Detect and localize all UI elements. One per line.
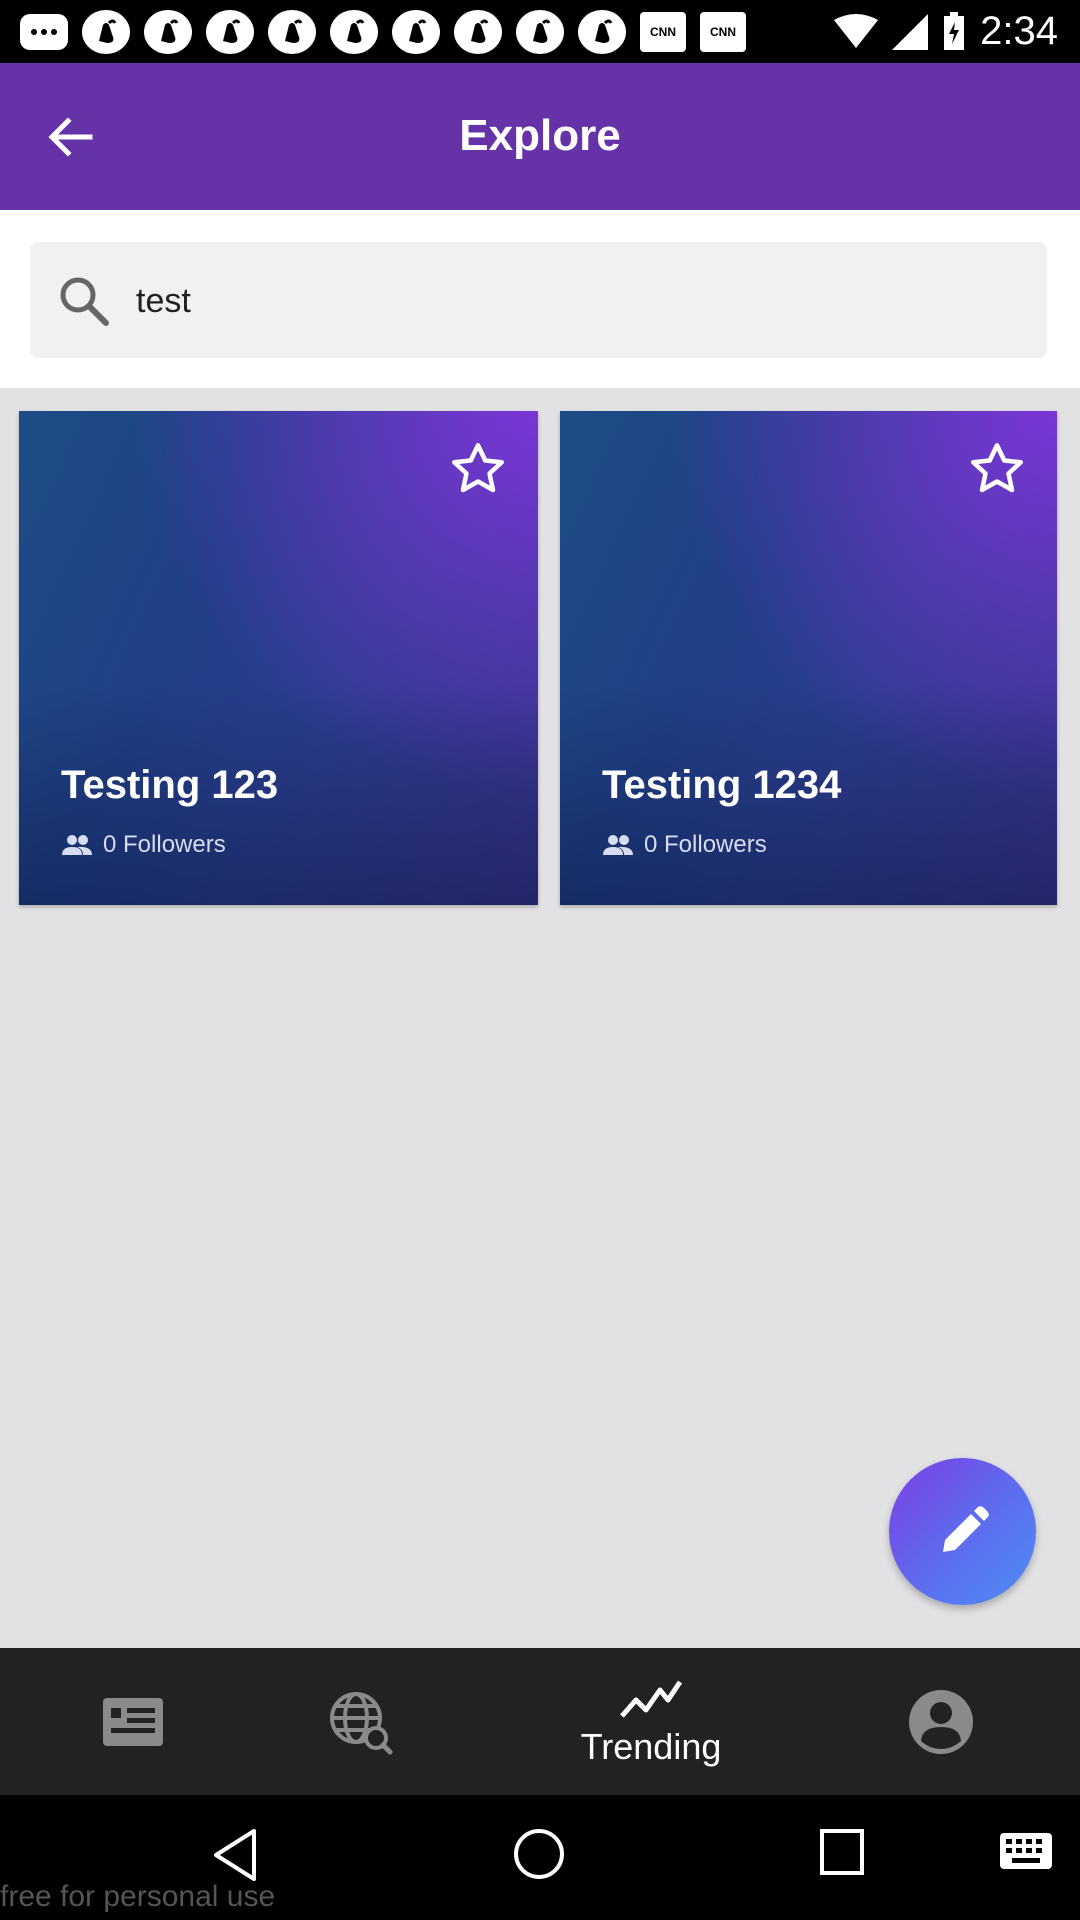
notification-icons: CNN CNN (20, 10, 746, 54)
compose-button[interactable] (889, 1458, 1036, 1605)
back-triangle-icon[interactable] (210, 1827, 260, 1883)
card-title: Testing 123 (61, 763, 279, 807)
nav-explore[interactable] (322, 1648, 398, 1795)
followers-label: 0 Followers (103, 831, 226, 858)
status-indicators: 2:34 (834, 0, 1058, 63)
followers-count: 0 Followers (61, 831, 226, 859)
search-icon (60, 277, 109, 326)
hand-icon (82, 10, 130, 54)
hand-icon (330, 10, 378, 54)
cnn-logo-text: CNN (710, 25, 736, 39)
search-input[interactable] (134, 272, 1018, 330)
people-icon (62, 835, 92, 855)
search-bar[interactable] (30, 242, 1047, 358)
cnn-icon: CNN (700, 12, 746, 52)
card-title: Testing 1234 (602, 763, 842, 807)
nav-trending[interactable]: Trending (566, 1648, 736, 1795)
hand-icon (578, 10, 626, 54)
home-circle-icon[interactable] (512, 1827, 566, 1881)
hand-icon (144, 10, 192, 54)
status-bar: CNN CNN 2:34 (0, 0, 1080, 63)
hand-icon (206, 10, 254, 54)
star-icon[interactable] (967, 439, 1027, 499)
globe-search-icon (330, 1691, 393, 1754)
system-navigation-bar: free for personal use (0, 1795, 1080, 1920)
pencil-icon (942, 1505, 989, 1552)
clock: 2:34 (980, 9, 1058, 53)
hand-icon (392, 10, 440, 54)
watermark-text: free for personal use (0, 1880, 276, 1913)
people-icon (603, 835, 633, 855)
followers-count: 0 Followers (602, 831, 767, 859)
hand-icon (516, 10, 564, 54)
keyboard-icon[interactable] (998, 1831, 1054, 1871)
star-icon[interactable] (448, 439, 508, 499)
nav-news[interactable] (92, 1648, 172, 1795)
community-card[interactable]: Testing 123 0 Followers (19, 411, 538, 905)
trending-icon (620, 1680, 683, 1718)
bottom-navigation: Trending (0, 1648, 1080, 1795)
cnn-icon: CNN (640, 12, 686, 52)
search-section (0, 210, 1080, 388)
account-icon (909, 1689, 973, 1754)
nav-profile[interactable] (906, 1648, 976, 1795)
nav-trending-label: Trending (580, 1725, 722, 1767)
signal-icon (892, 13, 929, 50)
news-icon (103, 1697, 163, 1746)
hand-icon (454, 10, 502, 54)
followers-label: 0 Followers (644, 831, 767, 858)
recents-square-icon[interactable] (818, 1827, 866, 1879)
battery-icon (944, 11, 965, 50)
wifi-icon (834, 13, 879, 48)
community-card[interactable]: Testing 1234 0 Followers (560, 411, 1057, 905)
cnn-logo-text: CNN (650, 25, 676, 39)
page-title: Explore (459, 111, 621, 160)
app-bar: Explore (0, 63, 1080, 210)
hand-icon (268, 10, 316, 54)
message-icon (20, 14, 68, 50)
